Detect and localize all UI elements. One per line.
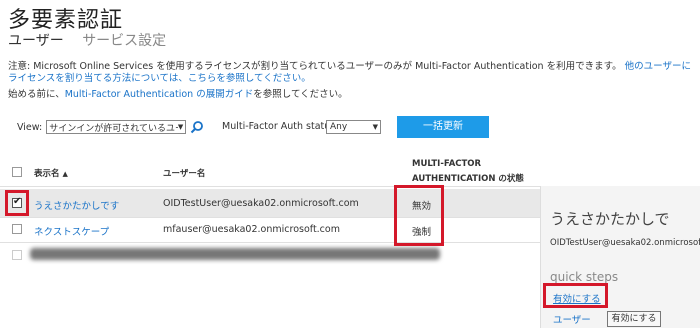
row-1-display-name[interactable]: うえさかたかしです: [34, 198, 119, 212]
tab-bar: ユーザー サービス設定: [8, 30, 180, 50]
column-header-user-name[interactable]: ユーザー名: [163, 167, 205, 179]
notice-text: 注意: Microsoft Online Services を使用するライセンス…: [8, 61, 622, 72]
header-divider: [0, 186, 540, 187]
chevron-down-icon: ▼: [372, 123, 378, 131]
row-1-user-name: OIDTestUser@uesaka02.onmicrosoft.com: [163, 198, 359, 209]
row-2-user-name: mfauser@uesaka02.onmicrosoft.com: [163, 224, 340, 235]
search-icon[interactable]: [190, 120, 204, 134]
deploy-guide-notice: 始める前に、Multi-Factor Authentication の展開ガイド…: [8, 86, 348, 100]
view-label: View:: [17, 121, 43, 133]
select-all-checkbox[interactable]: [12, 167, 22, 177]
column-header-mfa-status-line1: MULTI-FACTOR: [412, 159, 482, 169]
highlight-checkbox: [5, 190, 29, 216]
notice2-suffix: を参照してください。: [253, 89, 348, 100]
row-checkbox-2[interactable]: [12, 224, 22, 234]
row-divider: [0, 217, 540, 218]
row-divider: [0, 242, 540, 243]
tab-users[interactable]: ユーザー: [8, 30, 64, 50]
tab-service-settings[interactable]: サービス設定: [82, 30, 166, 50]
table-header: 表示名 ▲ ユーザー名 MULTI-FACTOR AUTHENTICATION …: [0, 155, 700, 185]
redacted-row: [30, 248, 440, 260]
highlight-enable-link: [543, 283, 608, 308]
mfa-status-select[interactable]: Any ▼: [326, 120, 381, 134]
notice2-prefix: 始める前に、: [8, 89, 65, 100]
row-2-display-name[interactable]: ネクストスケープ: [34, 224, 109, 238]
mfa-status-value: Any: [330, 122, 348, 132]
column-display-name-label: 表示名: [34, 169, 60, 179]
sort-ascending-icon: ▲: [62, 170, 68, 178]
panel-user-name: うえさかたかしで: [550, 210, 670, 228]
mfa-status-label: Multi-Factor Auth status:: [222, 121, 339, 132]
quick-steps-heading: quick steps: [550, 270, 619, 284]
chevron-down-icon: ▼: [177, 123, 184, 131]
column-header-mfa-status-line2: AUTHENTICATION の状態: [412, 174, 524, 184]
view-select-value: サインインが許可されているユーザ: [49, 123, 178, 134]
view-select[interactable]: サインインが許可されているユーザ ▼: [46, 120, 187, 134]
license-notice: 注意: Microsoft Online Services を使用するライセンス…: [8, 61, 694, 85]
enable-tooltip: 有効にする: [607, 311, 661, 327]
view-filter: View: サインインが許可されているユーザ ▼: [17, 120, 204, 134]
user-settings-link[interactable]: ユーザー: [553, 312, 591, 326]
deploy-guide-link[interactable]: Multi-Factor Authentication の展開ガイド: [65, 89, 254, 100]
bulk-update-button[interactable]: 一括更新: [397, 116, 489, 138]
highlight-status-column: [394, 185, 444, 246]
column-header-display-name[interactable]: 表示名 ▲: [34, 167, 68, 179]
panel-user-email: OIDTestUser@uesaka02.onmicrosoft: [550, 238, 700, 248]
row-checkbox-3[interactable]: [12, 250, 22, 260]
